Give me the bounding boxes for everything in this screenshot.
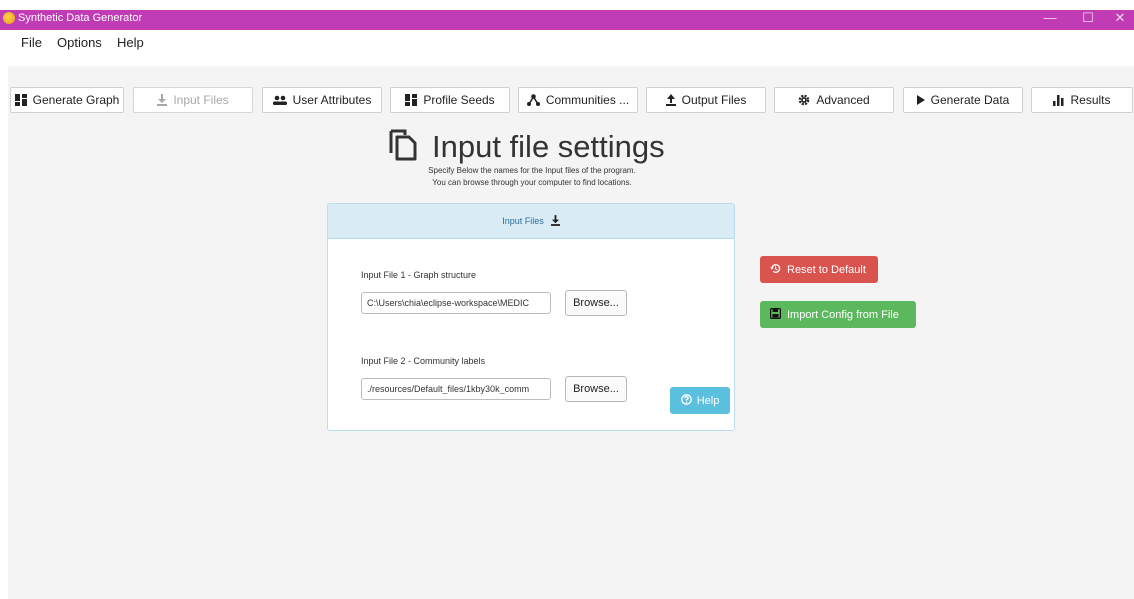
window-title: Synthetic Data Generator	[18, 12, 143, 24]
tab-results[interactable]: Results	[1031, 87, 1133, 113]
tab-label: Generate Graph	[32, 93, 120, 107]
file1-label: Input File 1 - Graph structure	[361, 270, 477, 280]
tab-output-files[interactable]: Output Files	[646, 87, 766, 113]
play-icon	[916, 95, 925, 105]
menu-file[interactable]: File	[21, 35, 42, 51]
tab-label: Advanced	[816, 93, 870, 107]
page-title: Input file settings	[432, 129, 665, 164]
upload-icon	[665, 94, 676, 106]
download-icon	[550, 214, 560, 228]
app-logo-icon	[3, 12, 15, 24]
file1-path-input[interactable]	[361, 292, 551, 314]
reset-label: Reset to Default	[787, 263, 866, 276]
dashboard-icon	[14, 94, 27, 106]
tab-label: Profile Seeds	[423, 93, 495, 107]
gear-icon	[798, 94, 810, 106]
help-label: Help	[696, 394, 720, 407]
question-icon	[680, 393, 692, 408]
import-label: Import Config from File	[787, 308, 899, 321]
tab-profile-seeds[interactable]: Profile Seeds	[390, 87, 510, 113]
maximize-button[interactable]: ☐	[1074, 10, 1102, 30]
tab-communities[interactable]: Communities ...	[518, 87, 638, 113]
tab-advanced[interactable]: Advanced	[774, 87, 894, 113]
browse-file1-button[interactable]: Browse...	[565, 290, 627, 316]
tab-user-attributes[interactable]: User Attributes	[262, 87, 382, 113]
import-config-button[interactable]: Import Config from File	[760, 301, 916, 328]
tab-label: Results	[1070, 93, 1111, 107]
reset-default-button[interactable]: Reset to Default	[760, 256, 878, 283]
hierarchy-icon	[526, 94, 540, 106]
page-subtitle-line1: Specify Below the names for the Input fi…	[428, 166, 636, 175]
tab-generate-graph[interactable]: Generate Graph	[10, 87, 124, 113]
tab-label: Communities ...	[545, 93, 630, 107]
copy-icon	[388, 129, 418, 166]
tab-label: Input Files	[173, 93, 229, 107]
file2-label: Input File 2 - Community labels	[361, 356, 486, 366]
menu-bar	[0, 30, 1134, 56]
tab-label: Output Files	[681, 93, 747, 107]
help-button[interactable]: Help	[670, 387, 730, 414]
users-icon	[272, 95, 287, 105]
file2-path-input[interactable]	[361, 378, 551, 400]
input-files-panel: Input Files Input File 1 - Graph structu…	[327, 203, 735, 431]
tab-generate-data[interactable]: Generate Data	[903, 87, 1023, 113]
panel-header-title: Input Files	[502, 216, 544, 226]
bar-chart-icon	[1053, 94, 1064, 106]
tab-input-files[interactable]: Input Files	[133, 87, 253, 113]
history-icon	[770, 263, 781, 277]
browse-file2-button[interactable]: Browse...	[565, 376, 627, 402]
title-bar-strip	[0, 10, 1134, 30]
save-icon	[770, 307, 782, 322]
tab-label: User Attributes	[292, 93, 372, 107]
grid-icon	[405, 94, 418, 106]
panel-header: Input Files	[328, 204, 734, 239]
menu-options[interactable]: Options	[57, 35, 102, 51]
page-subtitle-line2: You can browse through your computer to …	[432, 178, 632, 187]
close-button[interactable]: ✕	[1106, 10, 1134, 30]
menu-help[interactable]: Help	[117, 35, 144, 51]
minimize-button[interactable]: —	[1036, 10, 1064, 30]
page-heading: Input file settings	[388, 127, 665, 167]
download-icon	[157, 94, 168, 106]
tab-label: Generate Data	[930, 93, 1010, 107]
